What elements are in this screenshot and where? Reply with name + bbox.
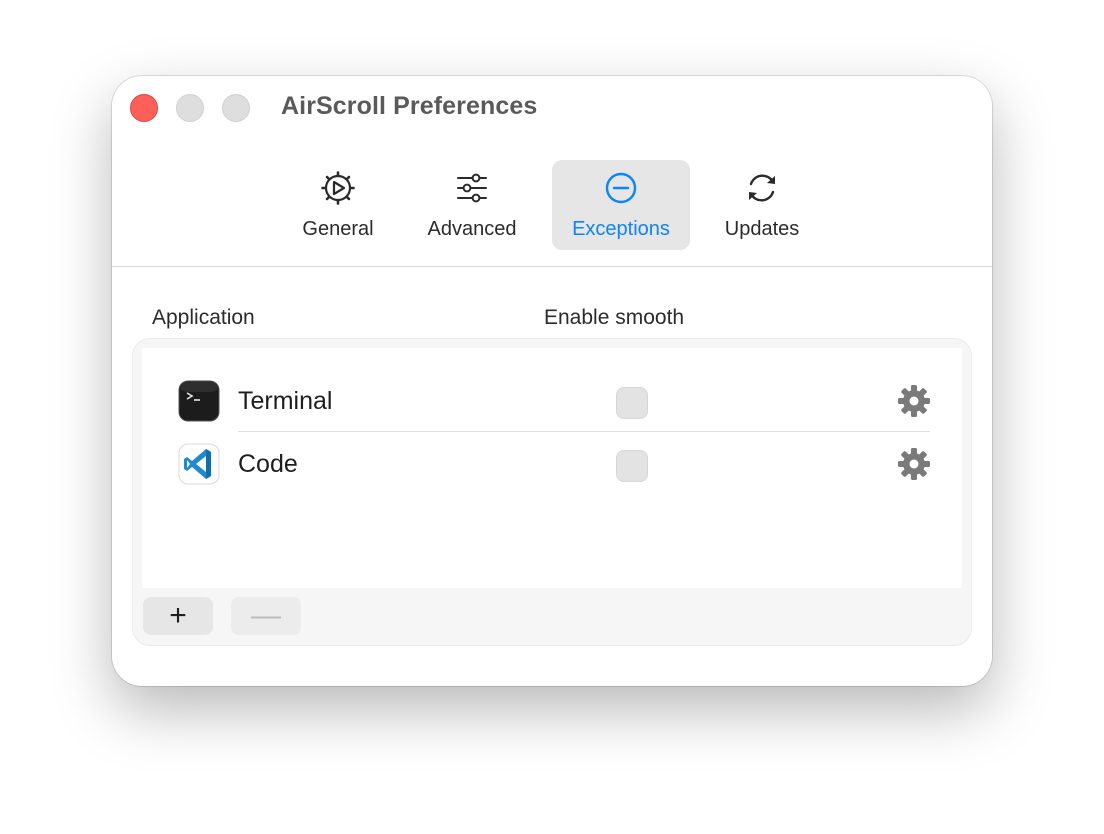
app-name: Code <box>238 450 298 478</box>
row-separator <box>238 431 930 432</box>
exceptions-table: Terminal Code + — <box>132 338 972 646</box>
tab-general[interactable]: General <box>288 160 388 250</box>
tab-advanced-label: Advanced <box>427 218 517 240</box>
tab-advanced[interactable]: Advanced <box>417 160 527 250</box>
sync-icon <box>749 174 775 202</box>
add-application-button[interactable]: + <box>143 597 213 635</box>
app-name: Terminal <box>238 387 333 415</box>
minimize-window-button[interactable] <box>176 94 204 122</box>
tab-updates[interactable]: Updates <box>712 160 812 250</box>
tab-exceptions-label: Exceptions <box>572 218 670 240</box>
tab-general-label: General <box>302 218 374 240</box>
table-row[interactable]: Terminal <box>142 370 962 432</box>
enable-smooth-checkbox[interactable] <box>616 387 648 419</box>
zoom-window-button[interactable] <box>222 94 250 122</box>
gear-icon[interactable] <box>896 383 932 419</box>
preferences-window: AirScroll Preferences General Advanced E… <box>112 76 992 686</box>
toolbar-divider <box>112 266 992 267</box>
table-row[interactable]: Code <box>142 433 962 495</box>
exceptions-list: Terminal Code <box>142 348 962 588</box>
sliders-icon <box>457 173 487 203</box>
enable-smooth-checkbox[interactable] <box>616 450 648 482</box>
column-header-enable-smooth[interactable]: Enable smooth <box>544 306 684 330</box>
minus-circle-icon <box>605 172 637 204</box>
window-title: AirScroll Preferences <box>281 92 538 120</box>
gear-icon[interactable] <box>896 446 932 482</box>
column-header-application[interactable]: Application <box>152 306 255 330</box>
terminal-app-icon <box>178 380 220 422</box>
tab-updates-label: Updates <box>724 218 800 240</box>
general-icon <box>321 171 355 205</box>
vscode-app-icon <box>178 443 220 485</box>
remove-application-button[interactable]: — <box>231 597 301 635</box>
close-window-button[interactable] <box>130 94 158 122</box>
tab-exceptions[interactable]: Exceptions <box>552 160 690 250</box>
